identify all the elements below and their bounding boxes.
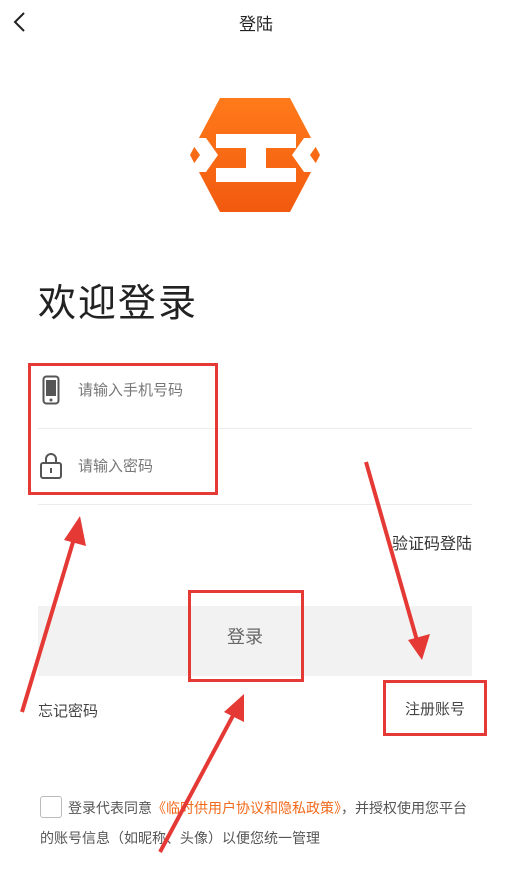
forgot-password-link[interactable]: 忘记密码 — [38, 700, 98, 721]
lock-icon — [38, 448, 64, 484]
agreement-text: 登录代表同意《临时供用户协议和隐私政策》，并授权使用您平台的账号信息（如昵称、头… — [40, 794, 480, 854]
policy-link[interactable]: 《临时供用户协议和隐私政策》 — [152, 801, 341, 817]
sms-login-link[interactable]: 验证码登陆 — [392, 530, 472, 554]
divider — [38, 504, 472, 505]
agreement-checkbox[interactable] — [40, 796, 62, 818]
login-button[interactable]: 登录 — [188, 592, 302, 680]
welcome-heading: 欢迎登录 — [38, 281, 199, 325]
password-input[interactable] — [78, 457, 378, 475]
password-field-row — [38, 436, 472, 496]
logo-icon — [188, 98, 322, 212]
divider — [38, 428, 472, 429]
phone-icon — [38, 372, 64, 408]
app-logo — [188, 96, 322, 214]
phone-input[interactable] — [78, 381, 378, 399]
phone-field-row — [38, 360, 472, 420]
page-title: 登陆 — [239, 15, 273, 35]
register-link[interactable]: 注册账号 — [384, 682, 486, 734]
nav-bar: 登陆 — [0, 0, 512, 44]
agreement-prefix: 登录代表同意 — [68, 801, 152, 817]
